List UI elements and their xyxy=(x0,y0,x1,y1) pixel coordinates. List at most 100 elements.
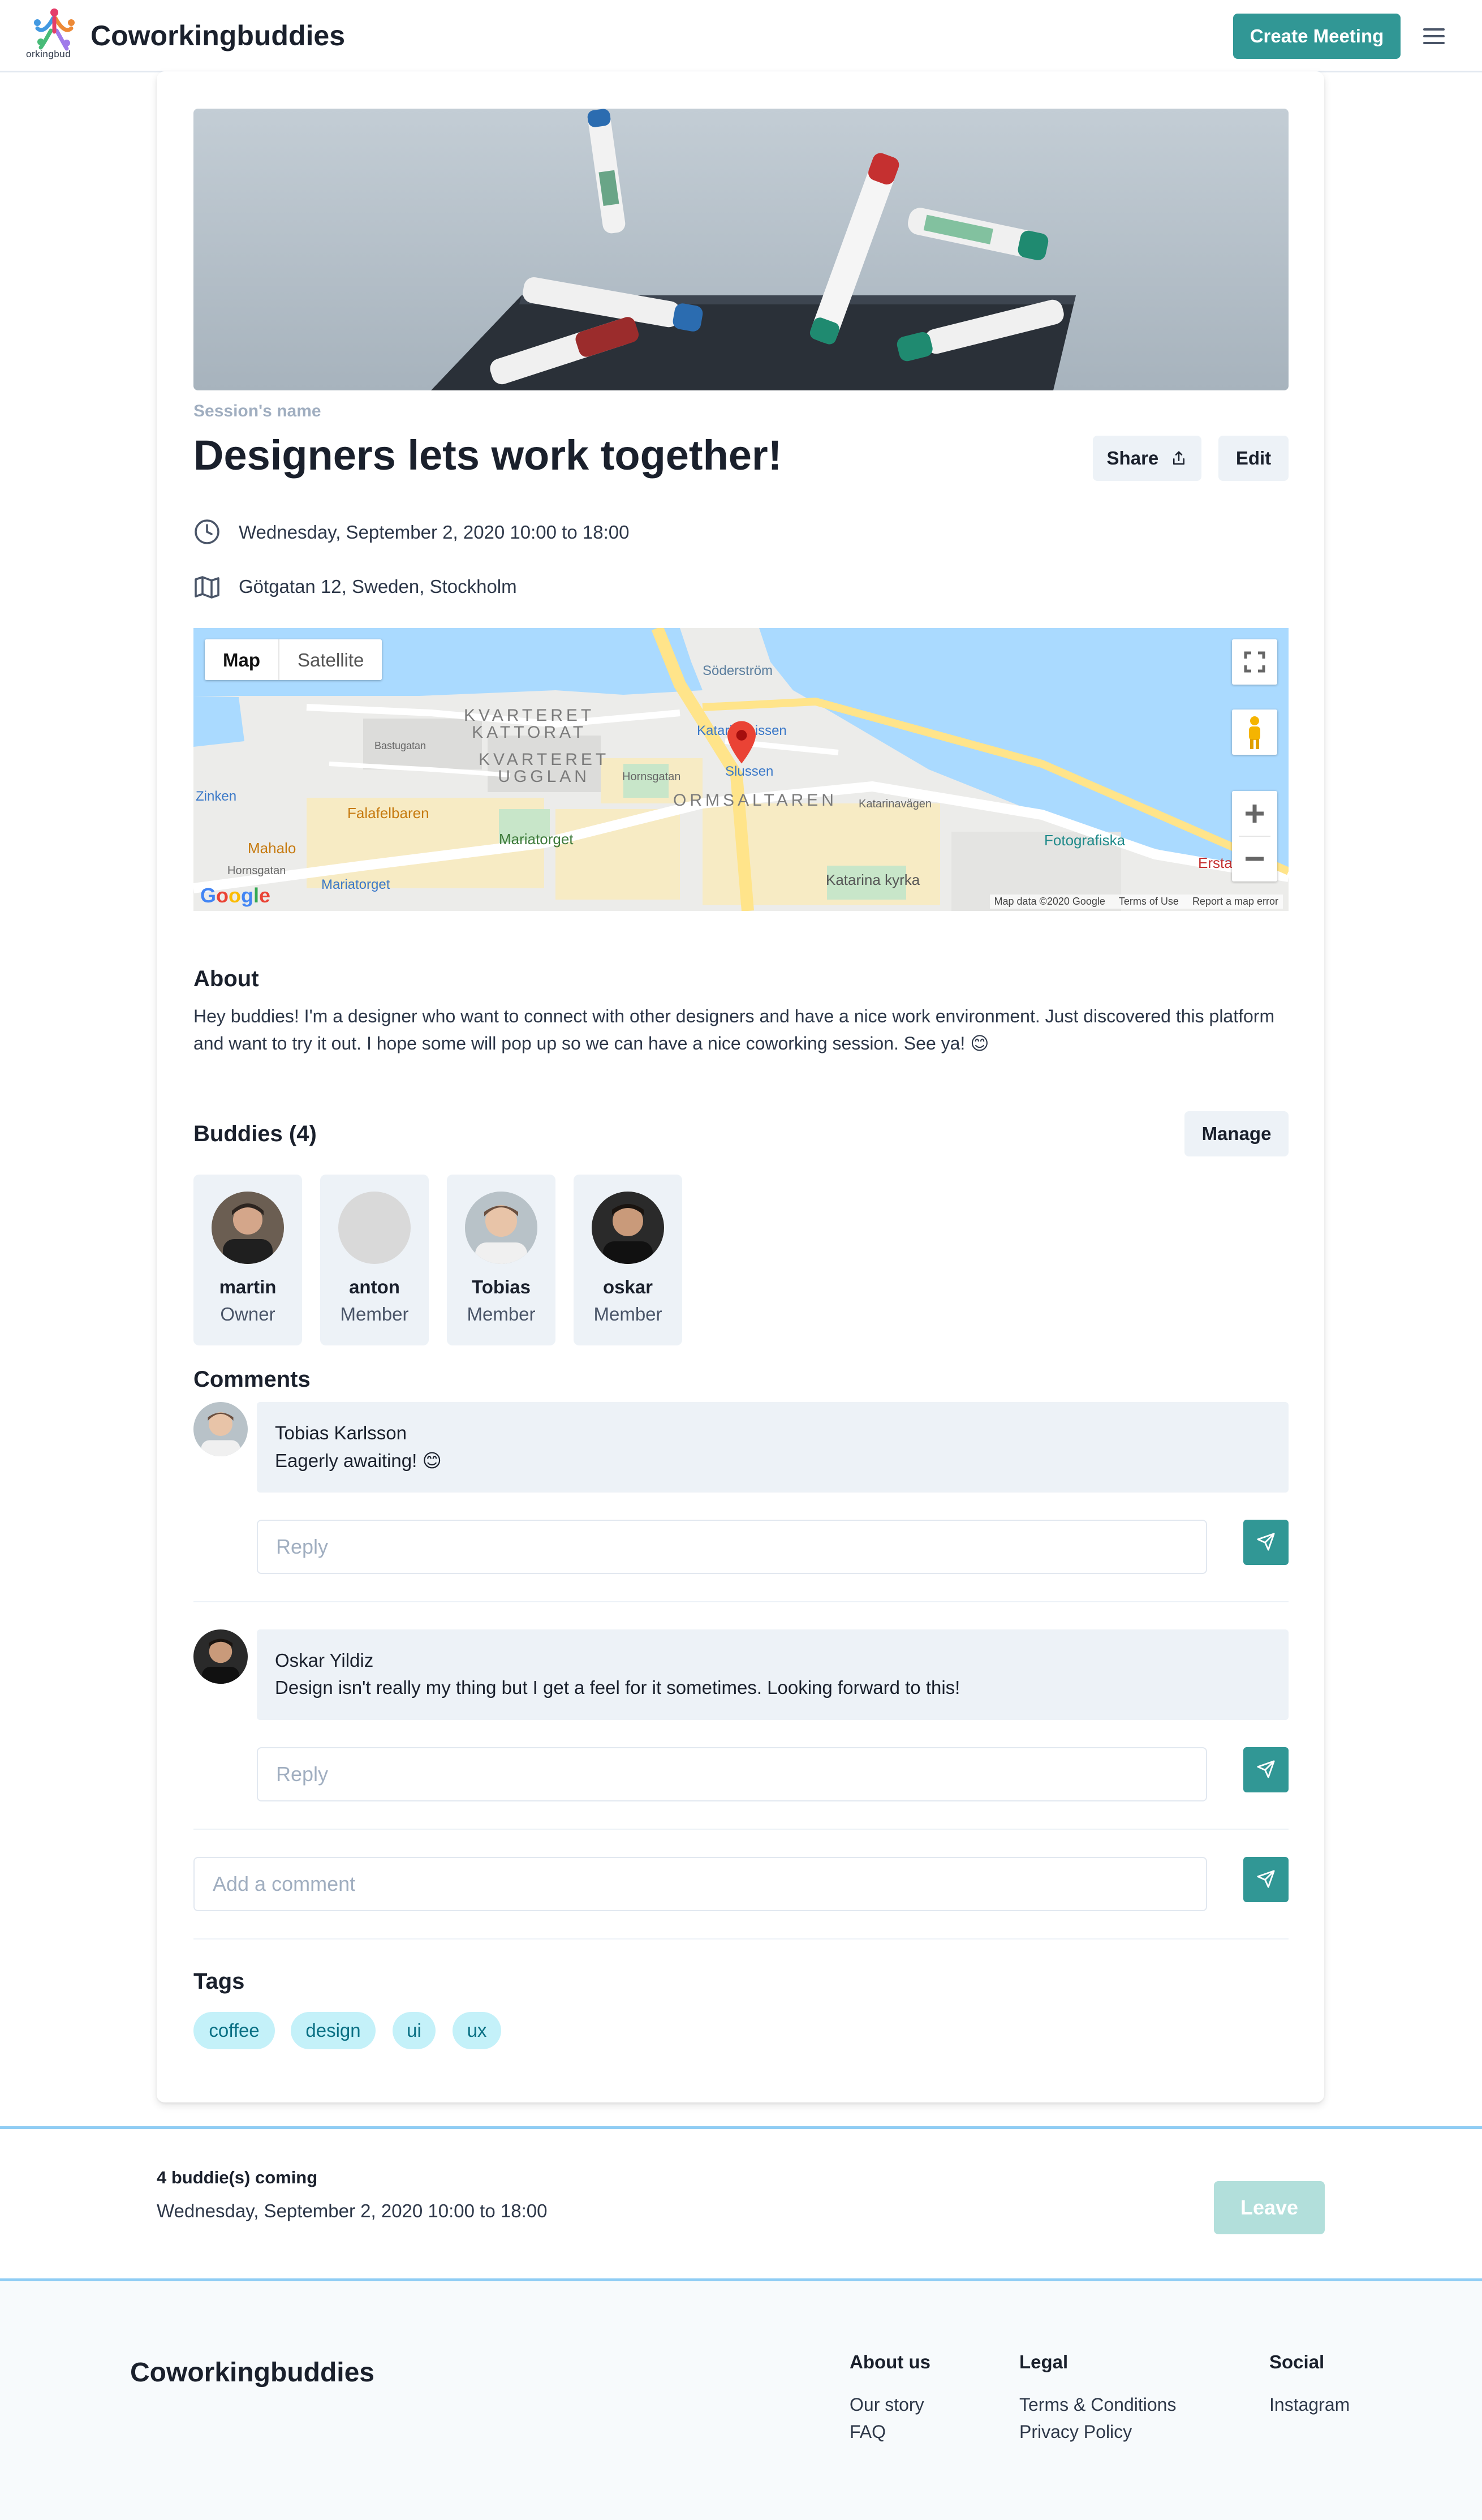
map-label-mahalo: Mahalo xyxy=(248,840,296,857)
reply-input[interactable] xyxy=(257,1747,1207,1801)
session-name-label: Session's name xyxy=(193,402,321,420)
tag-coffee[interactable]: coffee xyxy=(193,2012,275,2049)
map-tab-map[interactable]: Map xyxy=(205,639,279,680)
map-data-text: Map data ©2020 Google xyxy=(994,896,1105,907)
tag-design[interactable]: design xyxy=(291,2012,376,2049)
map-label-bastugatan: Bastugatan xyxy=(374,740,426,751)
comment-avatar xyxy=(193,1629,248,1684)
map-label-mariatorget-station: Mariatorget xyxy=(321,877,390,892)
map-label-katarina-kyrka: Katarina kyrka xyxy=(826,871,920,888)
brand-name[interactable]: Coworkingbuddies xyxy=(91,19,345,52)
share-icon xyxy=(1173,451,1185,465)
buddies-heading: Buddies (4) xyxy=(193,1121,317,1146)
send-comment-button[interactable] xyxy=(1243,1857,1289,1902)
session-address: Götgatan 12, Sweden, Stockholm xyxy=(239,576,517,597)
footer-legal-heading: Legal xyxy=(1019,2351,1069,2372)
zoom-controls xyxy=(1232,791,1277,881)
comment-bubble: Tobias Karlsson Eagerly awaiting! 😊 xyxy=(257,1402,1289,1493)
tag-ux[interactable]: ux xyxy=(453,2012,501,2049)
clock-icon xyxy=(195,519,219,544)
add-comment-input[interactable] xyxy=(193,1857,1207,1911)
buddy-name: oskar xyxy=(602,1276,653,1297)
send-icon xyxy=(1257,1869,1275,1888)
buddy-role: Owner xyxy=(220,1304,275,1324)
create-meeting-button[interactable]: Create Meeting xyxy=(1233,14,1401,59)
fullscreen-icon xyxy=(1244,651,1265,673)
fullscreen-button[interactable] xyxy=(1232,639,1277,685)
tags-heading: Tags xyxy=(193,1969,245,1994)
buddy-card[interactable]: anton Member xyxy=(320,1175,429,1345)
reply-input[interactable] xyxy=(257,1520,1207,1574)
footer-link-faq[interactable]: FAQ xyxy=(850,2422,886,2442)
bottom-bar-datetime: Wednesday, September 2, 2020 10:00 to 18… xyxy=(157,2200,548,2221)
map-location-pin-icon[interactable] xyxy=(727,721,756,764)
buddy-card[interactable]: martin Owner xyxy=(193,1175,302,1345)
send-reply-button[interactable] xyxy=(1243,1747,1289,1792)
tag-ui[interactable]: ui xyxy=(393,2012,436,2049)
session-title: Designers lets work together! xyxy=(193,432,782,479)
zoom-in-icon[interactable] xyxy=(1232,791,1277,836)
about-heading: About xyxy=(193,966,259,991)
zoom-out-icon[interactable] xyxy=(1232,836,1277,881)
share-button-label: Share xyxy=(1106,448,1159,468)
comment-author: Tobias Karlsson xyxy=(275,1422,407,1443)
map-label-mariatorget: Mariatorget xyxy=(499,831,574,848)
location-map[interactable]: KVARTERET KATTORAT KVARTERET UGGLAN ORMS… xyxy=(193,628,1289,911)
send-reply-button[interactable] xyxy=(1243,1520,1289,1565)
send-icon xyxy=(1257,1760,1275,1778)
footer-link-terms[interactable]: Terms & Conditions xyxy=(1019,2394,1176,2415)
avatar xyxy=(212,1192,284,1264)
comment-author: Oskar Yildiz xyxy=(275,1650,374,1671)
map-label-slussen: Slussen xyxy=(725,764,774,779)
leave-button[interactable]: Leave xyxy=(1214,2181,1325,2234)
map-label-hornsgatan-west: Hornsgatan xyxy=(227,865,286,877)
map-icon xyxy=(195,576,219,599)
attendance-bar: 4 buddie(s) coming Wednesday, September … xyxy=(0,2126,1482,2281)
tags-divider xyxy=(193,1938,1289,1940)
terms-of-use-link[interactable]: Terms of Use xyxy=(1119,896,1179,908)
map-label-soderstrom: Söderström xyxy=(703,663,773,678)
map-label-kattorat: KVARTERET KATTORAT xyxy=(464,706,595,742)
buddy-name: Tobias xyxy=(472,1276,531,1297)
map-label-zinken: Zinken xyxy=(196,789,237,804)
session-hero-image xyxy=(193,109,1289,390)
google-logo: Google xyxy=(200,884,271,907)
map-label-sodermalm: ORMSALTAREN xyxy=(673,791,837,810)
avatar-placeholder xyxy=(338,1192,411,1264)
map-label-katarinavagen: Katarinavägen xyxy=(859,798,932,810)
pegman-icon xyxy=(1249,716,1260,749)
manage-buddies-button[interactable]: Manage xyxy=(1184,1111,1289,1156)
footer-brand: Coworkingbuddies xyxy=(130,2358,374,2388)
share-button[interactable]: Share xyxy=(1093,436,1201,481)
comment-divider xyxy=(193,1829,1289,1830)
comment-avatar xyxy=(193,1402,248,1456)
session-datetime: Wednesday, September 2, 2020 10:00 to 18… xyxy=(239,522,630,543)
footer-link-our-story[interactable]: Our story xyxy=(850,2394,924,2415)
footer: Coworkingbuddies About us Our story FAQ … xyxy=(0,2281,1482,2520)
map-label-falafelbaren: Falafelbaren xyxy=(347,805,429,822)
map-label-hornsgatan: Hornsgatan xyxy=(622,771,681,783)
edit-button[interactable]: Edit xyxy=(1218,436,1289,481)
map-tab-satellite[interactable]: Satellite xyxy=(279,639,382,680)
avatar xyxy=(465,1192,537,1264)
map-attribution: Map data ©2020 Google Terms of Use Repor… xyxy=(989,895,1283,909)
top-navbar: orkingbud Coworkingbuddies Create Meetin… xyxy=(0,0,1482,72)
avatar xyxy=(592,1192,664,1264)
footer-social-heading: Social xyxy=(1269,2351,1325,2372)
buddy-card[interactable]: Tobias Member xyxy=(447,1175,555,1345)
buddy-role: Member xyxy=(340,1304,409,1324)
map-label-ersta: Ersta xyxy=(1198,854,1233,871)
map-label-ugglan: KVARTERET UGGLAN xyxy=(479,750,610,786)
buddy-name: martin xyxy=(219,1276,277,1297)
comment-text: Design isn't really my thing but I get a… xyxy=(275,1677,960,1698)
footer-link-instagram[interactable]: Instagram xyxy=(1269,2394,1350,2415)
comment-bubble: Oskar Yildiz Design isn't really my thin… xyxy=(257,1629,1289,1720)
send-icon xyxy=(1257,1532,1275,1551)
buddy-card[interactable]: oskar Member xyxy=(574,1175,682,1345)
hamburger-menu-icon[interactable] xyxy=(1423,28,1445,44)
logo-text: orkingbud xyxy=(26,49,71,59)
footer-about-heading: About us xyxy=(850,2351,930,2372)
report-map-error-link[interactable]: Report a map error xyxy=(1192,896,1278,908)
street-view-button[interactable] xyxy=(1232,709,1277,755)
footer-link-privacy[interactable]: Privacy Policy xyxy=(1019,2422,1132,2442)
